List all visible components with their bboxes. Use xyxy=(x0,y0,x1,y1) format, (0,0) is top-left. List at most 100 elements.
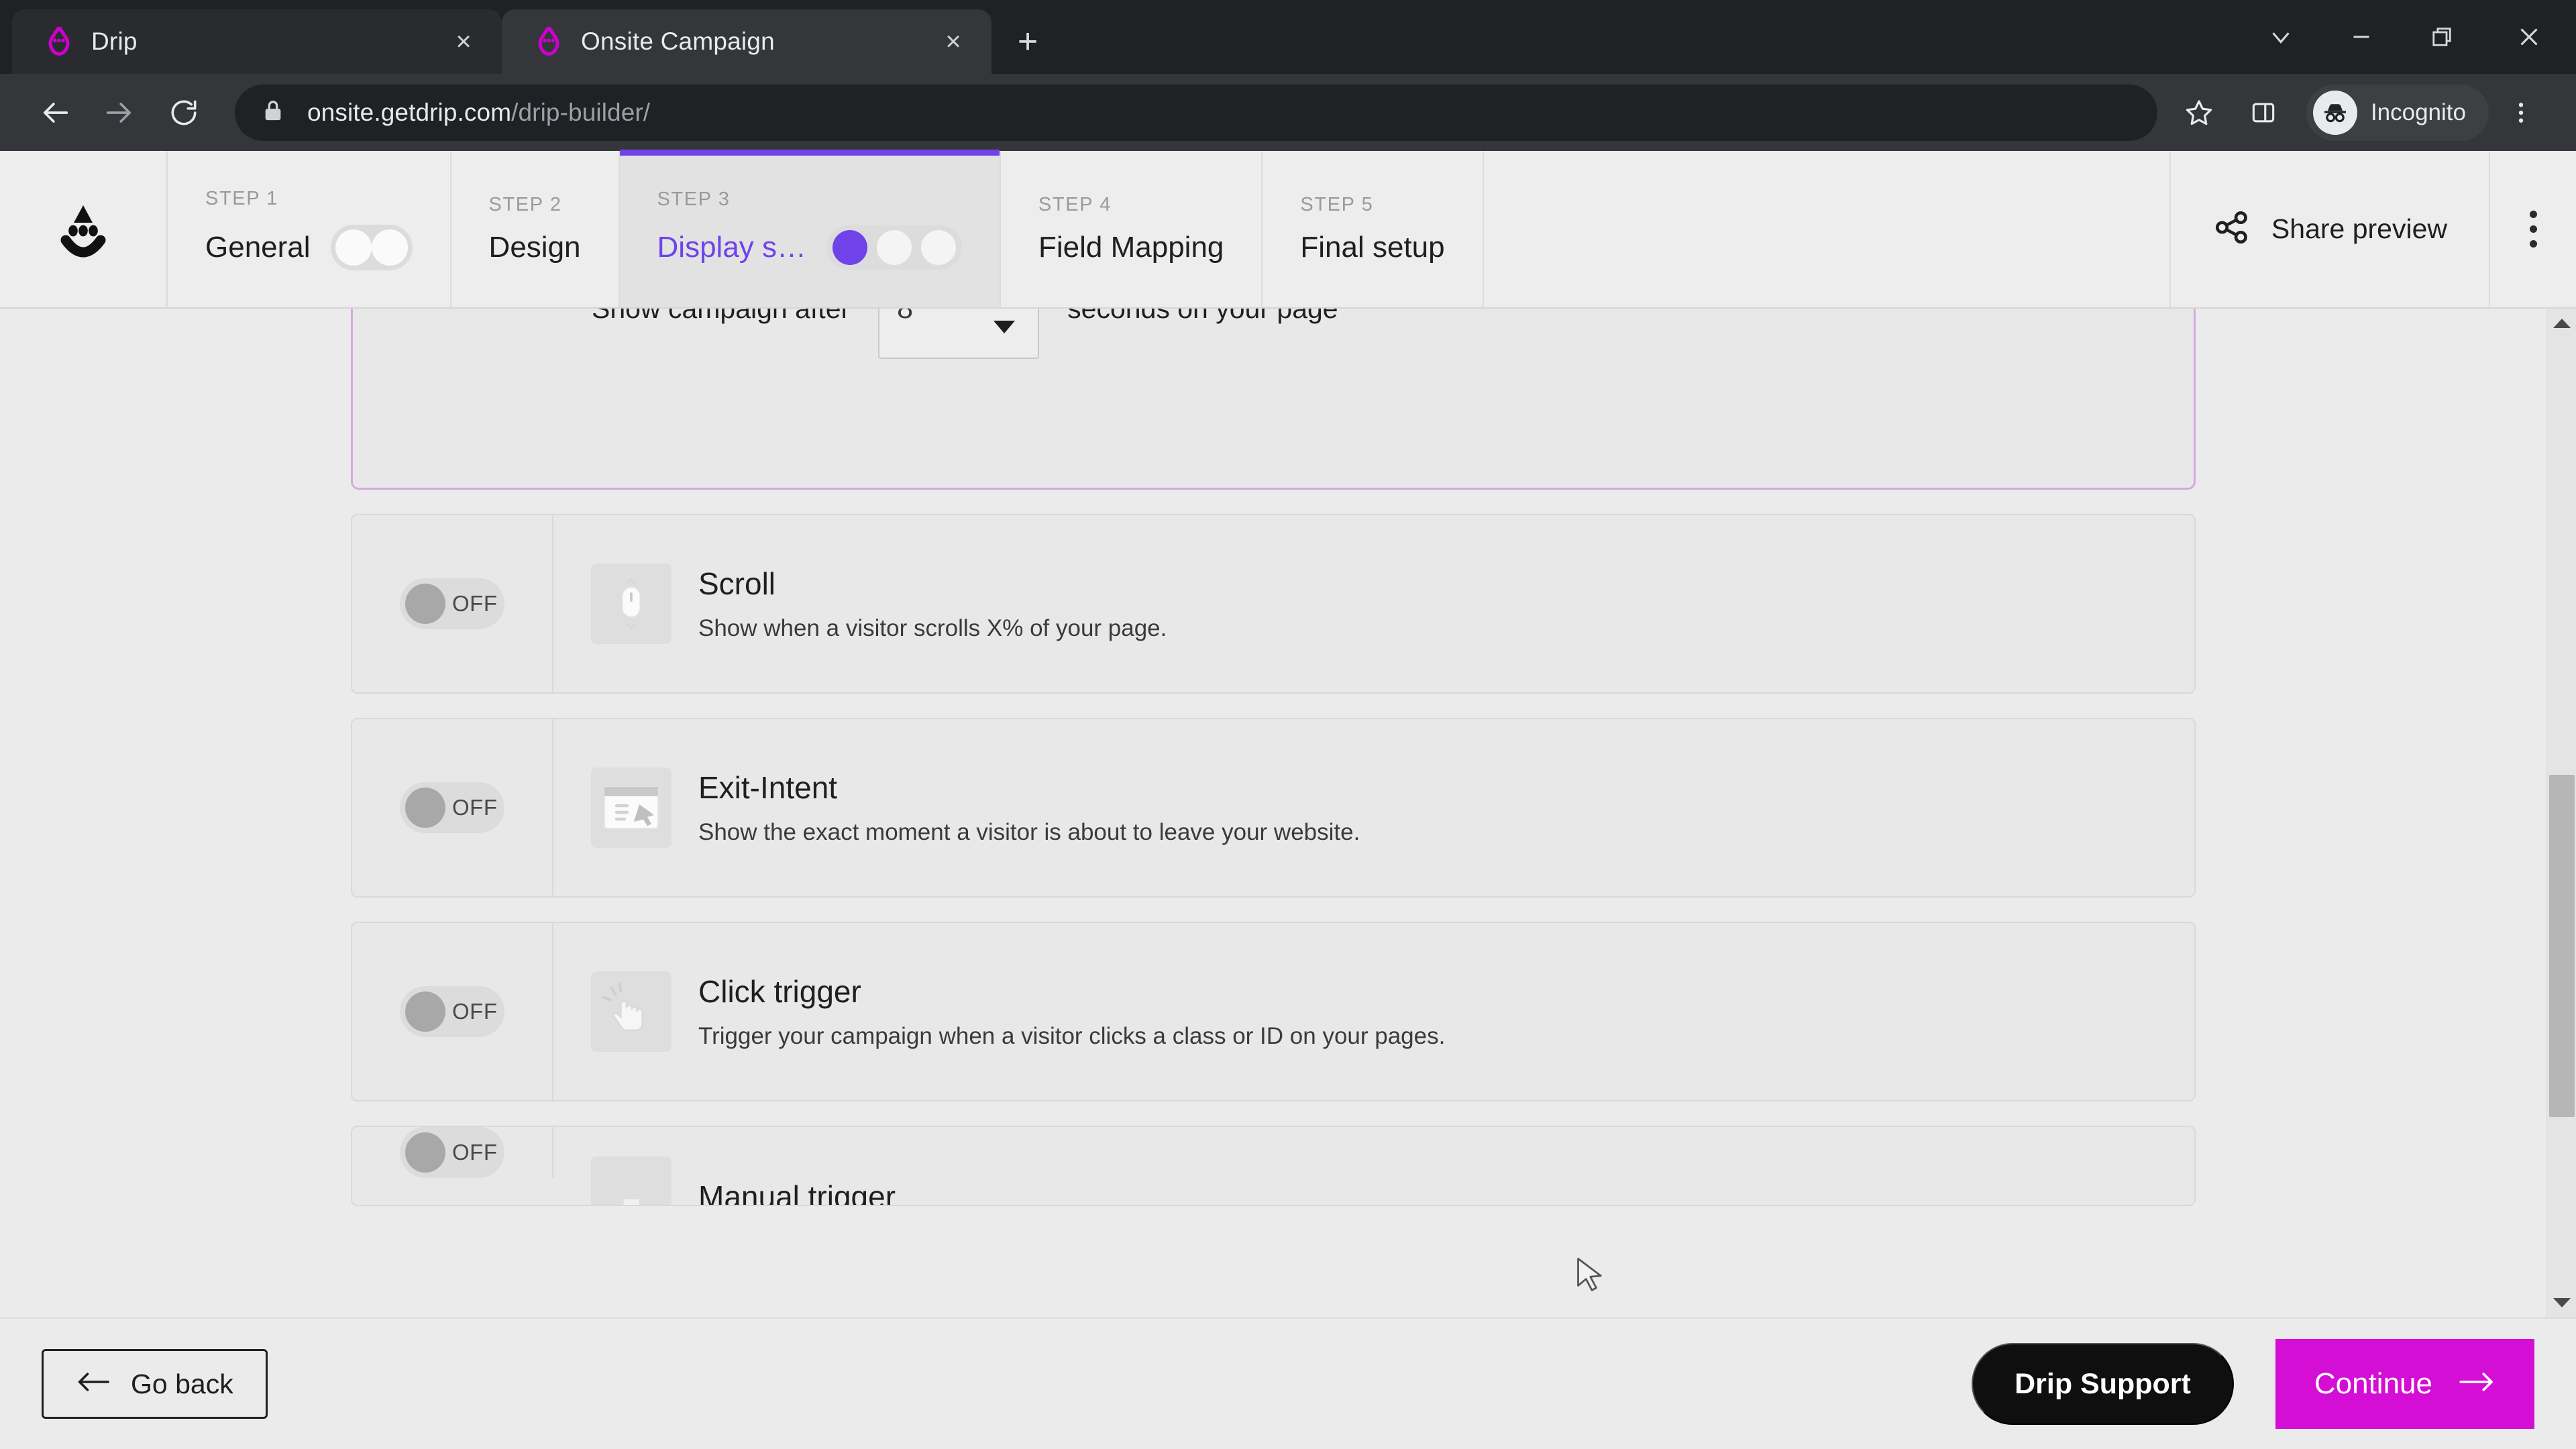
back-arrow-icon[interactable] xyxy=(23,80,87,145)
step-5-final-setup[interactable]: STEP 5 Final setup xyxy=(1263,151,1484,307)
share-nodes-icon xyxy=(2212,208,2251,250)
scroll-toggle[interactable]: OFF xyxy=(400,578,504,629)
toggle-state-label: OFF xyxy=(452,591,498,616)
browser-tab-drip[interactable]: Drip × xyxy=(12,9,502,74)
step-number: STEP 5 xyxy=(1300,194,1374,215)
scroll-down-button[interactable] xyxy=(2547,1288,2576,1318)
go-back-button[interactable]: Go back xyxy=(42,1349,268,1419)
profile-label: Incognito xyxy=(2370,99,2466,125)
continue-button[interactable]: Continue xyxy=(2275,1339,2534,1429)
share-preview-button[interactable]: Share preview xyxy=(2169,151,2489,307)
mouse-cursor xyxy=(1570,1254,1610,1295)
restore-icon[interactable] xyxy=(2402,0,2482,74)
manual-trigger-toggle[interactable]: OFF xyxy=(400,1127,504,1178)
delay-seconds-stepper[interactable]: 8 xyxy=(878,309,1040,359)
step-label: Design xyxy=(488,231,581,264)
incognito-profile-chip[interactable]: Incognito xyxy=(2306,84,2489,141)
close-icon[interactable]: × xyxy=(445,23,482,60)
trigger-card-exit-intent[interactable]: OFF Exit-Intent Show the exact moment a … xyxy=(351,718,2196,898)
trigger-content: Scroll Show when a visitor scrolls X% of… xyxy=(553,515,2194,692)
step-3-display-settings[interactable]: STEP 3 Display s… xyxy=(619,150,1002,307)
trigger-toggle-cell[interactable]: OFF xyxy=(352,515,553,692)
trigger-toggle-cell[interactable]: OFF xyxy=(352,719,553,896)
browser-tab-onsite-campaign[interactable]: Onsite Campaign × xyxy=(502,9,991,74)
trigger-content: Click trigger Trigger your campaign when… xyxy=(553,923,2194,1100)
stepper-arrows[interactable] xyxy=(994,309,1016,333)
trigger-card-click-trigger[interactable]: OFF Click trigger Trigger your campaign … xyxy=(351,922,2196,1102)
time-delay-row: Show campaign after 8 seconds on your pa… xyxy=(554,309,1376,488)
scrollbar-track[interactable] xyxy=(2547,338,2576,1288)
step-number: STEP 4 xyxy=(1038,194,1112,215)
arrow-left-icon xyxy=(76,1368,111,1400)
forward-arrow-icon[interactable] xyxy=(87,80,152,145)
step-2-design[interactable]: STEP 2 Design xyxy=(451,151,620,307)
side-panel-icon[interactable] xyxy=(2231,80,2296,145)
step-number: STEP 2 xyxy=(488,194,562,215)
progress-dot xyxy=(877,230,912,265)
step-1-toggle[interactable] xyxy=(330,225,413,270)
display-settings-scroll-area[interactable]: Show campaign after 8 seconds on your pa… xyxy=(0,309,2576,1318)
trigger-title: Exit-Intent xyxy=(698,770,838,805)
trigger-card-manual-trigger[interactable]: OFF Manual trigger xyxy=(351,1126,2196,1206)
step-4-field-mapping[interactable]: STEP 4 Field Mapping xyxy=(1001,151,1263,307)
trigger-toggle-cell[interactable]: OFF xyxy=(352,1127,553,1178)
caret-down-icon[interactable] xyxy=(994,321,1016,333)
new-tab-button[interactable]: + xyxy=(1002,16,1053,67)
trigger-description: Show the exact moment a visitor is about… xyxy=(698,819,1360,845)
trigger-title: Manual trigger xyxy=(698,1179,896,1206)
toggle-knob-icon xyxy=(405,584,445,624)
trigger-description: Show when a visitor scrolls X% of your p… xyxy=(698,615,1167,641)
close-icon[interactable] xyxy=(2482,0,2576,74)
progress-dot-filled xyxy=(833,230,868,265)
trigger-text: Exit-Intent Show the exact moment a visi… xyxy=(698,769,1360,846)
drip-support-label: Drip Support xyxy=(2015,1367,2191,1400)
chevron-down-icon[interactable] xyxy=(2241,0,2321,74)
url-host: onsite.getdrip.com xyxy=(307,98,512,126)
url-bar[interactable]: onsite.getdrip.com/drip-builder/ xyxy=(235,84,2157,141)
share-preview-label: Share preview xyxy=(2271,213,2447,244)
manual-trigger-icon xyxy=(591,1157,672,1205)
delay-label-before: Show campaign after xyxy=(592,309,850,325)
caret-down-icon xyxy=(2553,1298,2571,1307)
three-dot-menu-icon[interactable] xyxy=(2489,151,2576,307)
delay-seconds-value: 8 xyxy=(897,309,913,325)
omnibox-actions: Incognito xyxy=(2167,80,2553,145)
trigger-card-scroll[interactable]: OFF Scroll Show when a visitor scrolls X… xyxy=(351,514,2196,694)
toggle-state-label: OFF xyxy=(452,795,498,820)
exit-intent-toggle[interactable]: OFF xyxy=(400,782,504,833)
tab-strip: Drip × Onsite Campaign × + xyxy=(0,0,2576,74)
drip-support-button[interactable]: Drip Support xyxy=(1972,1343,2234,1425)
scroll-up-button[interactable] xyxy=(2547,309,2576,338)
step-label: Display s… xyxy=(657,231,807,264)
step-label: General xyxy=(205,231,311,264)
three-dot-menu-icon[interactable] xyxy=(2489,80,2553,145)
step-1-general[interactable]: STEP 1 General xyxy=(168,151,451,307)
time-delay-card[interactable]: Show campaign after 8 seconds on your pa… xyxy=(351,309,2196,490)
trigger-toggle-cell[interactable]: OFF xyxy=(352,923,553,1100)
drip-logo-icon xyxy=(534,27,564,56)
close-icon[interactable]: × xyxy=(935,23,971,60)
drip-face-logo[interactable] xyxy=(0,151,168,307)
trigger-text: Scroll Show when a visitor scrolls X% of… xyxy=(698,566,1167,642)
toggle-knob-icon xyxy=(371,229,408,266)
vertical-scrollbar[interactable] xyxy=(2546,309,2576,1318)
trigger-text: Manual trigger xyxy=(698,1179,896,1206)
star-icon[interactable] xyxy=(2167,80,2231,145)
scrollbar-thumb[interactable] xyxy=(2548,775,2575,1118)
lock-icon[interactable] xyxy=(262,98,284,127)
step-number: STEP 3 xyxy=(657,189,731,210)
trigger-list: Show campaign after 8 seconds on your pa… xyxy=(0,309,2546,1230)
toggle-state-label: OFF xyxy=(452,1140,498,1165)
continue-label: Continue xyxy=(2314,1367,2432,1400)
click-trigger-toggle[interactable]: OFF xyxy=(400,986,504,1037)
url-path: /drip-builder/ xyxy=(511,98,651,126)
step-3-progress-dots[interactable] xyxy=(826,225,963,270)
scroll-mouse-icon xyxy=(591,564,672,644)
reload-icon[interactable] xyxy=(152,80,216,145)
kebab-dots xyxy=(2529,211,2537,248)
trigger-description: Trigger your campaign when a visitor cli… xyxy=(698,1023,1446,1049)
url-text: onsite.getdrip.com/drip-builder/ xyxy=(307,99,650,127)
window-controls xyxy=(2241,0,2576,74)
delay-label-after: seconds on your page xyxy=(1067,309,1338,325)
minimize-icon[interactable] xyxy=(2321,0,2402,74)
